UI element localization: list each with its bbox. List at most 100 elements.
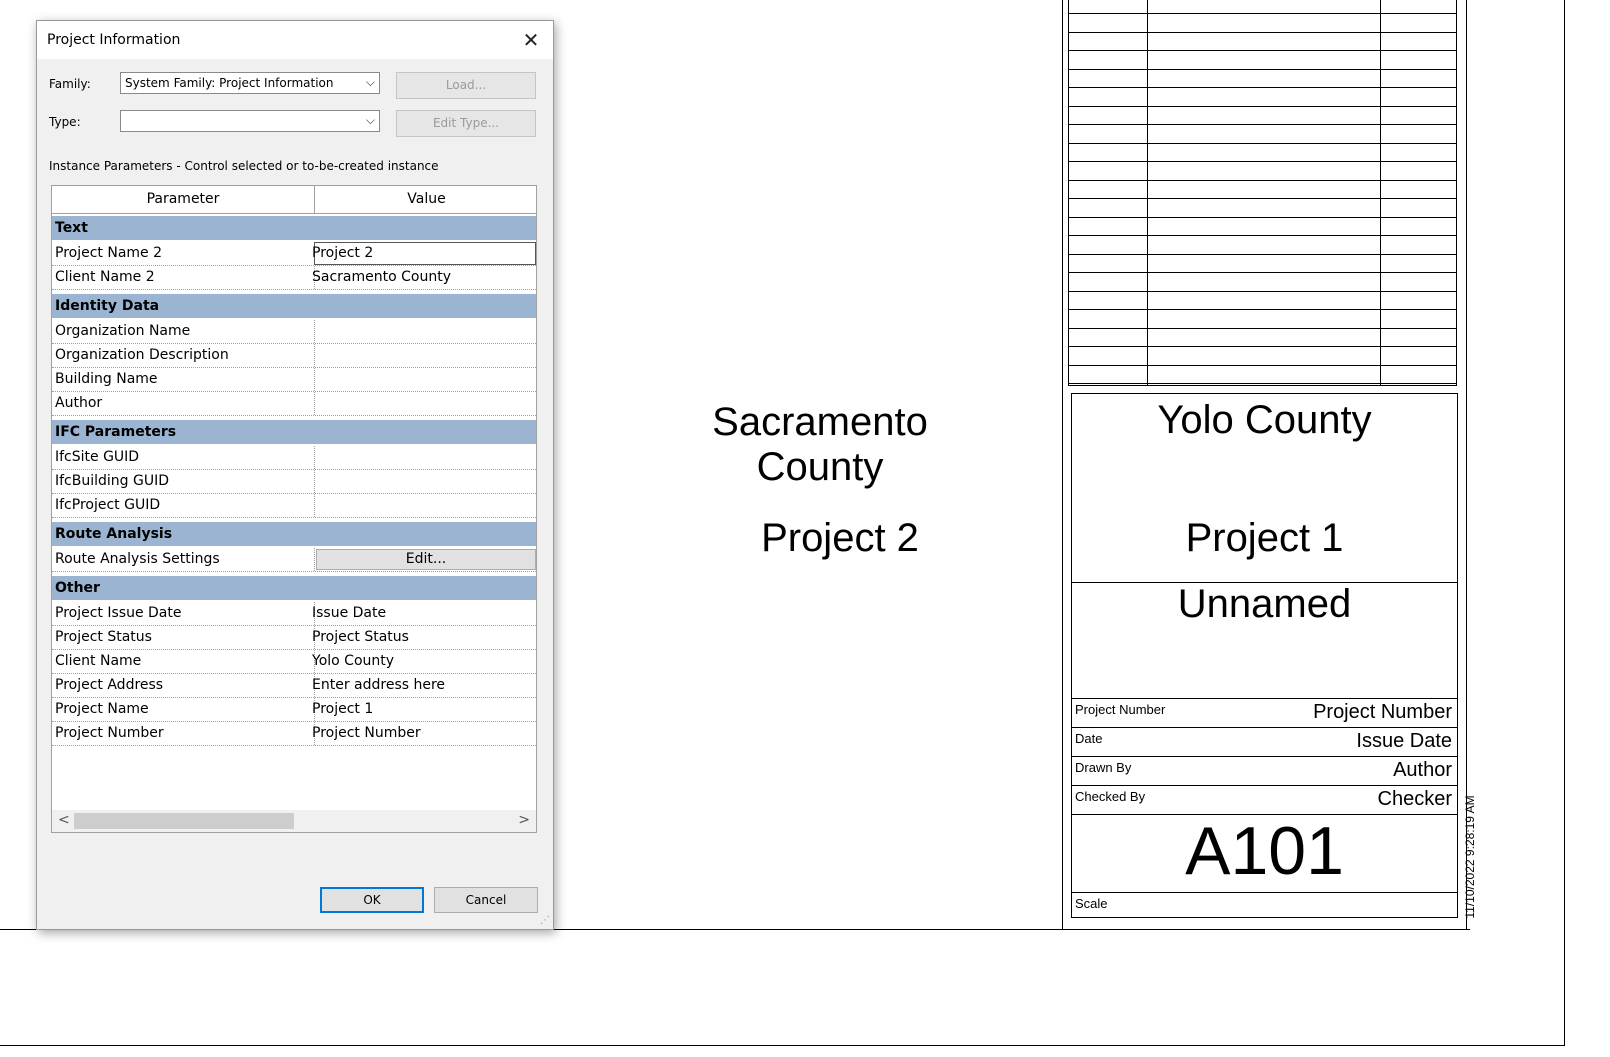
family-label: Family: — [49, 77, 91, 91]
tb-project-number-label: Project Number — [1075, 702, 1166, 717]
parameter-value[interactable]: Yolo County — [312, 653, 394, 669]
grid-row[interactable]: Route Analysis Settings Edit... — [52, 548, 536, 572]
tb-row-line — [1071, 785, 1458, 786]
value-separator — [314, 320, 315, 343]
column-header-value[interactable]: Value — [315, 186, 536, 213]
horizontal-scrollbar[interactable]: < > — [52, 810, 536, 832]
parameter-value[interactable]: Sacramento County — [312, 269, 451, 285]
dialog-title: Project Information — [47, 32, 181, 48]
parameter-value[interactable]: Enter address here — [312, 677, 445, 693]
parameter-value[interactable]: Project Number — [312, 725, 421, 741]
tb-project-number-value: Project Number — [1313, 701, 1452, 723]
route-analysis-edit-button[interactable]: Edit... — [316, 549, 536, 570]
grid-group-header[interactable]: Text — [52, 216, 536, 240]
grid-group-header[interactable]: Other — [52, 576, 536, 600]
dialog-titlebar[interactable]: Project Information ✕ — [37, 21, 553, 59]
revision-row-line — [1069, 179, 1456, 181]
family-dropdown[interactable]: System Family: Project Information ⌵ — [120, 72, 380, 94]
grid-row[interactable]: Organization Name — [52, 320, 536, 344]
revision-row-line — [1069, 253, 1456, 255]
tb-drawn-by-label: Drawn By — [1075, 760, 1132, 775]
grid-row[interactable]: Client Name 2 Sacramento County — [52, 266, 536, 290]
parameter-name: Route Analysis Settings — [55, 551, 220, 567]
parameter-name: Client Name — [55, 653, 142, 669]
revision-row-line — [1069, 327, 1456, 329]
revision-row-line — [1069, 50, 1456, 51]
load-button[interactable]: Load... — [396, 72, 536, 99]
scroll-left-icon[interactable]: < — [58, 812, 70, 828]
type-label: Type: — [49, 115, 81, 129]
parameter-value[interactable]: Project 1 — [312, 701, 373, 717]
parameter-name: Project Number — [55, 725, 164, 741]
parameter-name: Organization Description — [55, 347, 229, 363]
scroll-right-icon[interactable]: > — [518, 812, 530, 828]
grid-row[interactable]: Building Name — [52, 368, 536, 392]
column-header-parameter[interactable]: Parameter — [52, 186, 314, 213]
grid-row[interactable]: Project Name Project 1 — [52, 698, 536, 722]
revision-row-line — [1069, 31, 1456, 33]
instance-parameters-label: Instance Parameters - Control selected o… — [49, 159, 439, 173]
tb-drawn-by-value: Author — [1393, 759, 1452, 781]
grid-row[interactable]: Project Address Enter address here — [52, 674, 536, 698]
revision-row-line — [1069, 198, 1456, 199]
grid-row[interactable]: IfcProject GUID — [52, 494, 536, 518]
parameter-value[interactable]: Issue Date — [312, 605, 386, 621]
revision-schedule-table — [1068, 0, 1457, 386]
family-dropdown-value: System Family: Project Information — [125, 76, 334, 90]
value-separator — [314, 446, 315, 469]
project-information-dialog: Project Information ✕ Family: System Fam… — [36, 20, 554, 930]
revision-row-line — [1069, 290, 1456, 292]
revision-row-line — [1069, 13, 1456, 14]
revision-row-line — [1069, 124, 1456, 125]
grid-row[interactable]: IfcSite GUID — [52, 446, 536, 470]
grid-group-header[interactable]: Route Analysis — [52, 522, 536, 546]
grid-group-header[interactable]: IFC Parameters — [52, 420, 536, 444]
revision-row-line — [1069, 68, 1456, 70]
grid-row[interactable]: Project Issue Date Issue Date — [52, 602, 536, 626]
titleblock-project-name: Project 1 — [1185, 516, 1344, 560]
chevron-down-icon: ⌵ — [365, 113, 375, 127]
sheet-timestamp: 11/10/2022 9:28:19 AM — [1463, 795, 1477, 919]
grid-row[interactable]: Organization Description — [52, 344, 536, 368]
scrollbar-thumb[interactable] — [74, 813, 294, 829]
tb-row-line — [1071, 756, 1458, 757]
parameter-value[interactable]: Project 2 — [312, 245, 373, 261]
revision-row-line — [1069, 216, 1456, 218]
revision-row-line — [1069, 87, 1456, 88]
edit-type-button[interactable]: Edit Type... — [396, 110, 536, 137]
grid-row[interactable]: Project Status Project Status — [52, 626, 536, 650]
revision-row-line — [1069, 346, 1456, 347]
grid-row[interactable]: Project Number Project Number — [52, 722, 536, 746]
grid-row[interactable]: Project Name 2 Project 2 — [52, 242, 536, 266]
value-separator — [314, 548, 315, 571]
parameter-name: Client Name 2 — [55, 269, 155, 285]
value-separator — [314, 392, 315, 415]
parameter-name: IfcBuilding GUID — [55, 473, 170, 489]
parameter-name: Project Address — [55, 677, 164, 693]
parameter-name: Project Issue Date — [55, 605, 182, 621]
chevron-down-icon: ⌵ — [365, 75, 375, 89]
sheet-border-outer-bottom — [0, 1045, 1565, 1046]
revision-row-line — [1069, 272, 1456, 273]
ok-button[interactable]: OK — [320, 887, 424, 913]
grid-row[interactable]: Author — [52, 392, 536, 416]
cancel-button[interactable]: Cancel — [434, 887, 538, 913]
grid-row[interactable]: IfcBuilding GUID — [52, 470, 536, 494]
parameter-name: IfcSite GUID — [55, 449, 140, 465]
resize-grip-icon[interactable]: ⋰ — [540, 915, 550, 926]
close-icon[interactable]: ✕ — [517, 27, 545, 53]
value-separator — [314, 344, 315, 367]
type-dropdown[interactable]: ⌵ — [120, 110, 380, 132]
tb-sheet-number: A101 — [1185, 813, 1344, 889]
revision-row-line — [1069, 309, 1456, 310]
tb-checked-by-value: Checker — [1377, 788, 1452, 810]
grid-row[interactable]: Client Name Yolo County — [52, 650, 536, 674]
grid-group-header[interactable]: Identity Data — [52, 294, 536, 318]
parameter-value[interactable]: Project Status — [312, 629, 409, 645]
revision-row-line — [1069, 364, 1456, 366]
parameter-name: Project Name — [55, 701, 149, 717]
parameter-name: Building Name — [55, 371, 158, 387]
properties-grid: Parameter Value Text Project Name 2 Projec… — [51, 185, 537, 833]
grid-header: Parameter Value — [52, 186, 536, 214]
titleblock-left-border — [1062, 0, 1063, 930]
